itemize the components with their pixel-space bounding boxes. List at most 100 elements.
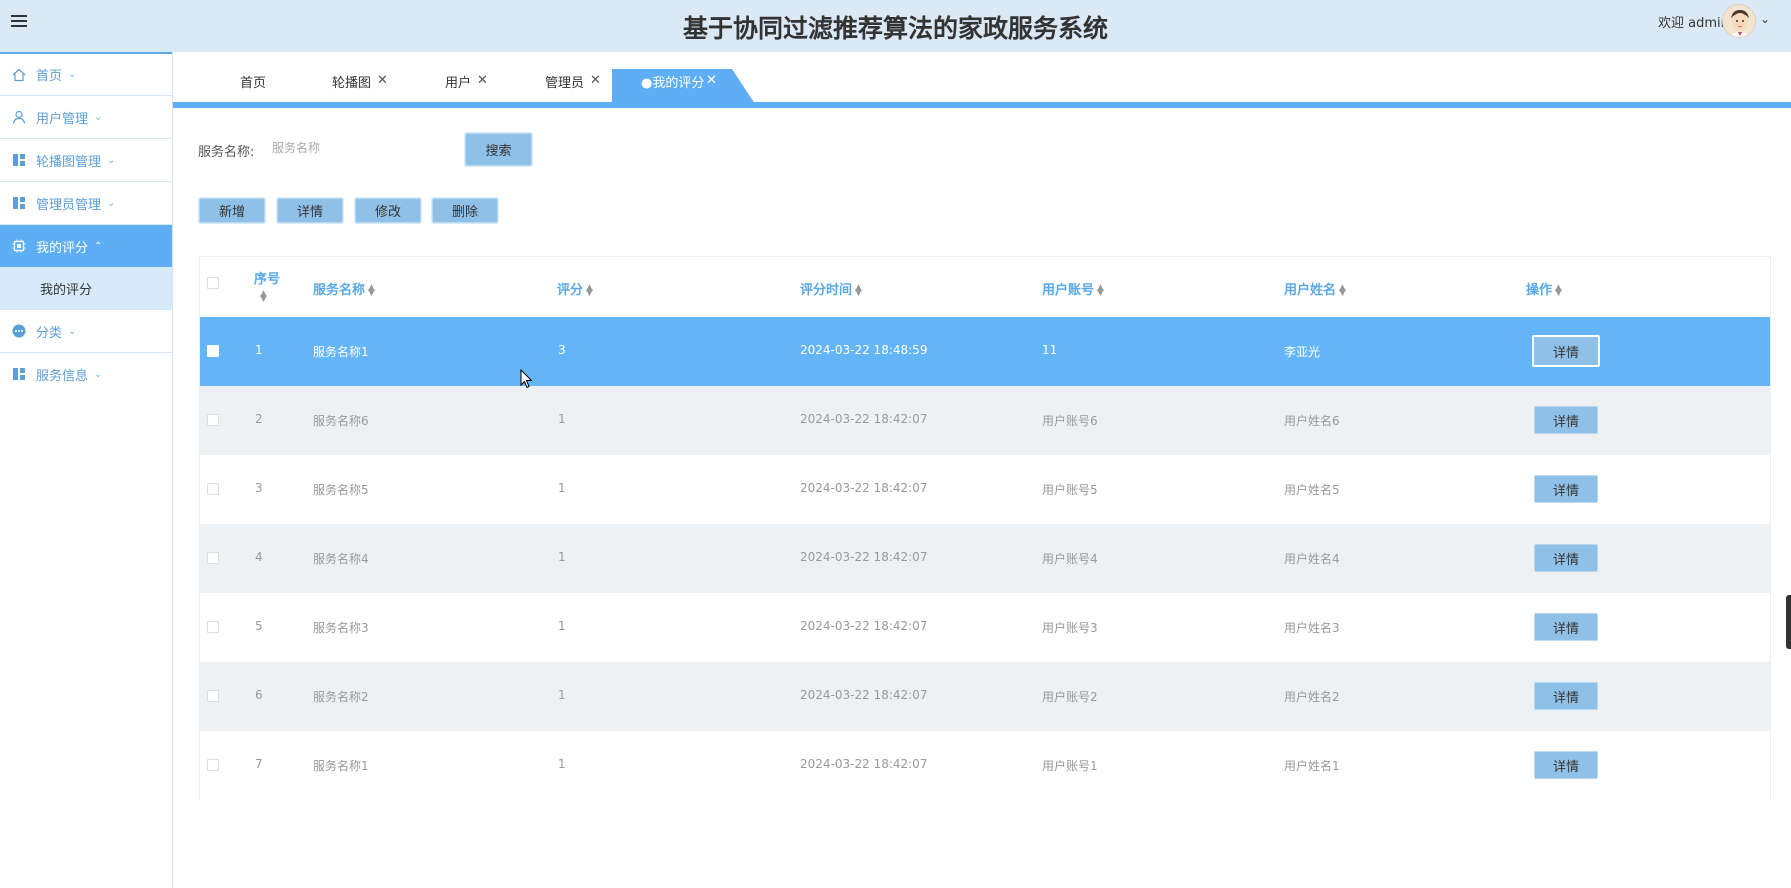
close-icon[interactable]: ✕	[377, 73, 388, 88]
mouse-cursor-icon	[520, 368, 534, 389]
cell-index: 6	[255, 688, 263, 702]
row-detail-button[interactable]: 详情	[1534, 613, 1598, 641]
sort-icon[interactable]: ▲ ▼	[586, 283, 593, 297]
edit-button[interactable]: 修改	[355, 198, 421, 223]
sidebar-item-label: 我的评分	[36, 240, 89, 256]
sort-icon[interactable]: ▲ ▼	[260, 290, 280, 304]
tab-admins[interactable]: 管理员	[545, 72, 584, 91]
avatar[interactable]	[1722, 4, 1756, 38]
cell-service-name: 服务名称4	[313, 552, 369, 566]
cell-time: 2024-03-22 18:48:59	[800, 343, 928, 357]
tab-my-ratings[interactable]: ●我的评分	[641, 72, 704, 91]
chevron-down-icon: ⌄	[94, 368, 103, 380]
cell-account: 11	[1042, 343, 1058, 357]
table-row[interactable]: 7 服务名称1 1 2024-03-22 18:42:07 用户账号1 用户姓名…	[200, 731, 1770, 800]
row-checkbox[interactable]	[207, 621, 219, 633]
sidebar-item-users[interactable]: 用户管理 ⌄	[0, 95, 172, 138]
chevron-down-icon[interactable]: ⌄	[1760, 12, 1770, 26]
cell-account: 用户账号4	[1042, 552, 1098, 566]
sidebar-item-label: 用户管理	[36, 111, 89, 127]
cell-score: 1	[558, 412, 566, 426]
sidebar-item-service-info[interactable]: 服务信息 ⌄	[0, 352, 172, 395]
close-icon[interactable]: ✕	[590, 73, 601, 88]
row-checkbox[interactable]	[207, 414, 219, 426]
search-input[interactable]	[272, 132, 452, 164]
cell-service-name: 服务名称1	[313, 345, 369, 359]
table-row[interactable]: 1 服务名称1 3 2024-03-22 18:48:59 11 李亚光 详情	[200, 317, 1770, 386]
sidebar-item-admins[interactable]: 管理员管理 ⌄	[0, 181, 172, 224]
row-detail-button[interactable]: 详情	[1534, 751, 1598, 779]
close-icon[interactable]: ✕	[477, 73, 488, 88]
column-header-time[interactable]: 评分时间 ▲ ▼	[800, 279, 862, 298]
sidebar-item-home[interactable]: 首页 ⌄	[0, 52, 172, 95]
cell-account: 用户账号2	[1042, 690, 1098, 704]
column-header-username[interactable]: 用户姓名 ▲ ▼	[1284, 279, 1346, 298]
delete-button[interactable]: 删除	[432, 198, 498, 223]
table-row[interactable]: 3 服务名称5 1 2024-03-22 18:42:07 用户账号5 用户姓名…	[200, 455, 1770, 524]
row-checkbox[interactable]	[207, 483, 219, 495]
row-detail-button[interactable]: 详情	[1534, 544, 1598, 572]
site-title: 基于协同过滤推荐算法的家政服务系统	[682, 14, 1108, 43]
sort-icon[interactable]: ▲ ▼	[1339, 283, 1346, 297]
search-label: 服务名称:	[198, 145, 255, 160]
row-detail-button[interactable]: 详情	[1534, 406, 1598, 434]
row-checkbox[interactable]	[207, 552, 219, 564]
chevron-up-icon: ⌃	[94, 240, 103, 252]
ratings-table: 序号 ▲ ▼ 服务名称 ▲ ▼ 评分 ▲ ▼ 评分时间 ▲ ▼ 用户账号 ▲ ▼ 用户姓名 ▲ ▼ 操…	[199, 256, 1771, 800]
sidebar-item-label: 轮播图管理	[36, 154, 102, 170]
tab-users[interactable]: 用户	[445, 72, 471, 91]
cell-account: 用户账号6	[1042, 414, 1098, 428]
sidebar-item-carousel[interactable]: 轮播图管理 ⌄	[0, 138, 172, 181]
cell-account: 用户账号1	[1042, 759, 1098, 773]
column-header-index[interactable]: 序号 ▲ ▼	[254, 268, 280, 304]
cell-index: 7	[255, 757, 263, 771]
dashboard-icon	[11, 153, 26, 168]
more-icon	[11, 324, 26, 339]
close-icon[interactable]: ✕	[706, 73, 717, 88]
cell-score: 1	[558, 619, 566, 633]
column-header-ops[interactable]: 操作 ▲ ▼	[1526, 279, 1562, 298]
sort-icon[interactable]: ▲ ▼	[855, 283, 862, 297]
sort-icon[interactable]: ▲ ▼	[1555, 283, 1562, 297]
sidebar-item-label: 首页	[36, 69, 63, 84]
column-header-service-name[interactable]: 服务名称 ▲ ▼	[313, 279, 375, 298]
sort-icon[interactable]: ▲ ▼	[368, 283, 375, 297]
scroll-handle[interactable]	[1786, 595, 1791, 649]
row-checkbox[interactable]	[207, 690, 219, 702]
select-all-checkbox[interactable]	[207, 277, 219, 289]
cell-time: 2024-03-22 18:42:07	[800, 619, 928, 633]
cell-username: 用户姓名4	[1284, 552, 1340, 566]
sidebar-item-my-ratings[interactable]: 我的评分 ⌃	[0, 224, 172, 267]
cell-service-name: 服务名称6	[313, 414, 369, 428]
table-row[interactable]: 6 服务名称2 1 2024-03-22 18:42:07 用户账号2 用户姓名…	[200, 662, 1770, 731]
top-header: 基于协同过滤推荐算法的家政服务系统 欢迎 admin ⌄	[0, 0, 1791, 52]
tab-home[interactable]: 首页	[240, 72, 266, 91]
sidebar-subitem-my-ratings[interactable]: 我的评分	[0, 267, 172, 309]
chevron-down-icon: ⌄	[68, 69, 77, 80]
table-row[interactable]: 5 服务名称3 1 2024-03-22 18:42:07 用户账号3 用户姓名…	[200, 593, 1770, 662]
chevron-down-icon: ⌄	[107, 154, 116, 166]
cell-time: 2024-03-22 18:42:07	[800, 412, 928, 426]
table-row[interactable]: 4 服务名称4 1 2024-03-22 18:42:07 用户账号4 用户姓名…	[200, 524, 1770, 593]
detail-button[interactable]: 详情	[277, 198, 343, 223]
sidebar-item-category[interactable]: 分类 ⌄	[0, 309, 172, 352]
row-detail-button[interactable]: 详情	[1532, 335, 1600, 367]
welcome-text: 欢迎 admin	[1658, 16, 1729, 31]
row-checkbox[interactable]	[207, 345, 219, 357]
row-detail-button[interactable]: 详情	[1534, 475, 1598, 503]
table-header: 序号 ▲ ▼ 服务名称 ▲ ▼ 评分 ▲ ▼ 评分时间 ▲ ▼ 用户账号 ▲ ▼ 用户姓名 ▲ ▼ 操…	[200, 257, 1770, 317]
column-header-score[interactable]: 评分 ▲ ▼	[557, 279, 593, 298]
search-button[interactable]: 搜索	[465, 133, 532, 166]
row-checkbox[interactable]	[207, 759, 219, 771]
row-detail-button[interactable]: 详情	[1534, 682, 1598, 710]
table-row[interactable]: 2 服务名称6 1 2024-03-22 18:42:07 用户账号6 用户姓名…	[200, 386, 1770, 455]
cell-account: 用户账号5	[1042, 483, 1098, 497]
cell-index: 5	[255, 619, 263, 633]
user-icon	[11, 110, 26, 125]
tab-carousel[interactable]: 轮播图	[332, 72, 371, 91]
column-header-account[interactable]: 用户账号 ▲ ▼	[1042, 279, 1104, 298]
sort-icon[interactable]: ▲ ▼	[1097, 283, 1104, 297]
cell-time: 2024-03-22 18:42:07	[800, 757, 928, 771]
chevron-down-icon: ⌄	[94, 111, 103, 123]
add-button[interactable]: 新增	[199, 198, 265, 223]
